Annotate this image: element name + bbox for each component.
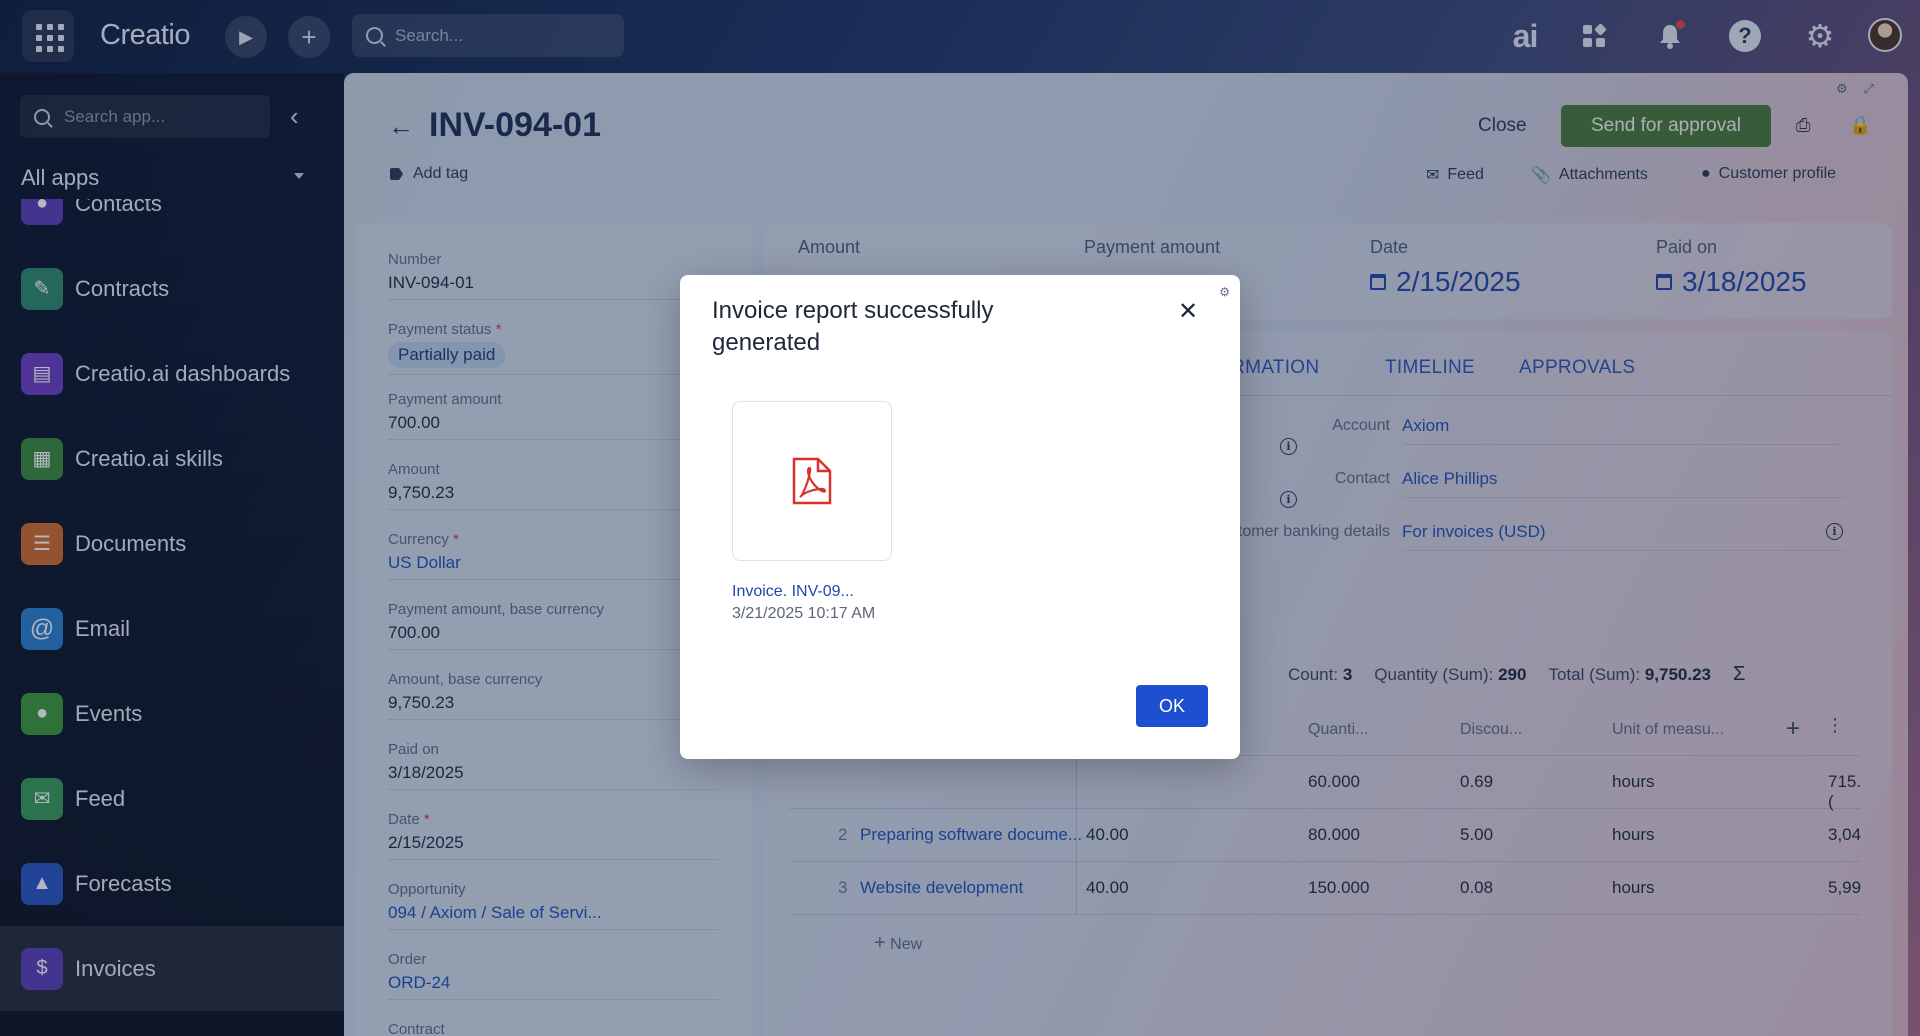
report-generated-dialog: ⚙ Invoice report successfully generated … xyxy=(680,275,1240,759)
gear-icon[interactable]: ⚙ xyxy=(1219,285,1230,299)
dialog-title: Invoice report successfully generated xyxy=(712,297,994,356)
generated-file-tile[interactable] xyxy=(732,401,892,561)
file-timestamp: 3/21/2025 10:17 AM xyxy=(732,605,876,622)
close-icon[interactable]: ✕ xyxy=(1178,297,1198,326)
file-name-link[interactable]: Invoice. INV-09... xyxy=(732,583,854,601)
pdf-icon xyxy=(792,457,832,505)
ok-button[interactable]: OK xyxy=(1136,685,1208,727)
